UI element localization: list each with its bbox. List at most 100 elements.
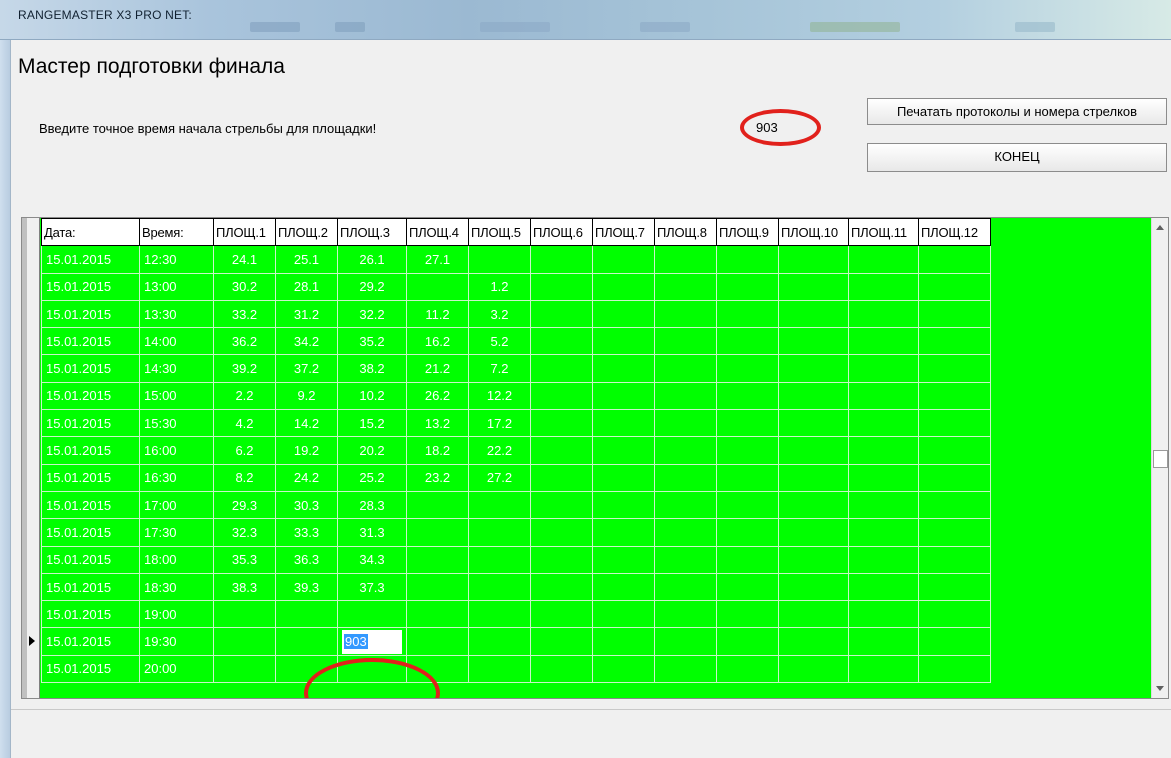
time-cell[interactable]: 19:30 [139,627,214,656]
date-cell[interactable]: 15.01.2015 [41,436,140,465]
site-cell[interactable] [654,409,717,438]
time-cell[interactable]: 17:00 [139,490,214,520]
site-cell[interactable]: 7.2 [468,354,531,383]
site-cell[interactable] [716,572,779,602]
site-cell[interactable] [778,436,849,465]
site-cell[interactable] [848,272,919,301]
time-cell[interactable]: 15:00 [139,381,214,411]
site-cell[interactable] [848,327,919,356]
site-cell[interactable] [778,327,849,356]
site-cell[interactable] [848,490,919,520]
date-cell[interactable]: 15.01.2015 [41,572,140,602]
table-row[interactable]: 15.01.2015 19:30 903 [41,627,991,656]
site-cell[interactable]: 18.2 [406,436,469,465]
site-cell[interactable] [530,245,593,274]
site-cell[interactable] [530,600,593,629]
site-cell[interactable]: 34.3 [337,545,407,574]
date-cell[interactable]: 15.01.2015 [41,327,140,356]
site-cell[interactable]: 13.2 [406,409,469,438]
print-protocols-button[interactable]: Печатать протоколы и номера стрелков [867,98,1167,125]
time-cell[interactable]: 18:30 [139,572,214,602]
scroll-thumb[interactable] [1153,450,1168,468]
site-cell[interactable] [592,409,655,438]
site-cell[interactable]: 31.3 [337,518,407,547]
site-cell[interactable]: 24.2 [275,463,338,492]
site-cell[interactable] [530,272,593,301]
cell-edit-input[interactable]: 903 [342,629,402,654]
site-cell[interactable] [918,299,991,329]
site-cell[interactable] [716,545,779,574]
table-row[interactable]: 15.01.2015 12:30 24.1 25.1 26.1 27.1 [41,245,991,274]
site-cell[interactable] [848,381,919,411]
site-cell[interactable] [530,327,593,356]
table-row[interactable]: 15.01.2015 18:00 35.3 36.3 34.3 [41,545,991,574]
site-cell[interactable]: 35.3 [213,545,276,574]
site-cell[interactable] [530,627,593,656]
site-cell[interactable] [848,572,919,602]
site-cell[interactable] [654,354,717,383]
time-cell[interactable]: 12:30 [139,245,214,274]
site-cell[interactable] [716,518,779,547]
date-cell[interactable]: 15.01.2015 [41,600,140,629]
table-row[interactable]: 15.01.2015 19:00 [41,600,991,629]
site-cell[interactable] [654,245,717,274]
site-cell[interactable] [918,463,991,492]
time-cell[interactable]: 18:00 [139,545,214,574]
site-cell[interactable] [654,272,717,301]
site-cell[interactable] [406,627,469,656]
site-cell[interactable] [654,436,717,465]
date-cell[interactable]: 15.01.2015 [41,545,140,574]
site-cell[interactable]: 33.3 [275,518,338,547]
date-cell[interactable]: 15.01.2015 [41,518,140,547]
site-cell[interactable]: 36.3 [275,545,338,574]
site-cell[interactable]: 25.1 [275,245,338,274]
site-cell[interactable]: 29.3 [213,490,276,520]
site-cell[interactable] [530,572,593,602]
site-cell[interactable] [592,463,655,492]
site-cell[interactable] [530,654,593,684]
site-cell[interactable]: 20.2 [337,436,407,465]
site-cell[interactable] [530,409,593,438]
site-cell[interactable] [918,436,991,465]
site-cell[interactable] [654,545,717,574]
table-row[interactable]: 15.01.2015 20:00 [41,654,991,684]
vertical-scrollbar[interactable] [1151,218,1168,698]
site-cell[interactable] [592,354,655,383]
table-row[interactable]: 15.01.2015 17:00 29.3 30.3 28.3 [41,490,991,520]
site-cell[interactable]: 25.2 [337,463,407,492]
site-cell[interactable]: 28.3 [337,490,407,520]
site-cell[interactable] [468,545,531,574]
site-cell[interactable]: 12.2 [468,381,531,411]
site-cell[interactable]: 24.1 [213,245,276,274]
site-cell[interactable] [778,490,849,520]
site-cell[interactable] [654,600,717,629]
site-cell[interactable] [848,518,919,547]
table-row[interactable]: 15.01.2015 15:30 4.2 14.2 15.2 13.2 17.2 [41,409,991,438]
site-cell[interactable] [530,490,593,520]
table-row[interactable]: 15.01.2015 13:00 30.2 28.1 29.2 1.2 [41,272,991,301]
table-row[interactable]: 15.01.2015 14:30 39.2 37.2 38.2 21.2 7.2 [41,354,991,383]
site-cell[interactable]: 2.2 [213,381,276,411]
time-cell[interactable]: 13:00 [139,272,214,301]
site-cell[interactable] [592,600,655,629]
site-cell[interactable]: 16.2 [406,327,469,356]
site-cell[interactable] [918,327,991,356]
column-header[interactable]: ПЛОЩ.12 [918,218,991,247]
site-cell[interactable] [918,272,991,301]
site-cell[interactable] [778,545,849,574]
site-cell[interactable] [778,627,849,656]
site-cell[interactable] [592,572,655,602]
site-cell[interactable] [468,654,531,684]
site-cell[interactable] [654,490,717,520]
site-cell[interactable] [406,654,469,684]
site-cell[interactable] [592,272,655,301]
site-cell[interactable] [530,381,593,411]
site-cell[interactable] [848,654,919,684]
site-cell[interactable] [530,463,593,492]
site-cell[interactable] [848,354,919,383]
time-cell[interactable]: 20:00 [139,654,214,684]
site-cell[interactable] [654,463,717,492]
site-cell[interactable] [654,381,717,411]
column-header[interactable]: Дата: [41,218,140,247]
date-cell[interactable]: 15.01.2015 [41,299,140,329]
